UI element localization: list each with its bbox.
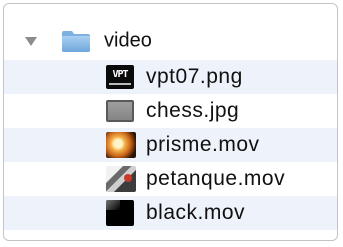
- file-name: petanque.mov: [146, 167, 286, 190]
- tree-row-file[interactable]: VPT vpt07.png: [4, 60, 337, 94]
- petanque-thumbnail-icon: [106, 166, 136, 192]
- folder-name: video: [104, 29, 152, 52]
- file-name: black.mov: [146, 201, 246, 224]
- file-tree-panel: video VPT vpt07.png chess.jpg prisme.mov…: [3, 3, 338, 241]
- folder-icon: [62, 31, 90, 52]
- tree-row-file[interactable]: prisme.mov: [4, 128, 337, 162]
- tree-row-file[interactable]: petanque.mov: [4, 162, 337, 196]
- tree-row-folder-video[interactable]: video: [4, 22, 337, 60]
- vpt-thumbnail-icon: VPT: [106, 65, 134, 89]
- file-name: prisme.mov: [146, 133, 260, 156]
- vpt-thumbnail-text: VPT: [112, 69, 128, 80]
- prisme-thumbnail-icon: [106, 132, 136, 158]
- file-name: vpt07.png: [146, 65, 243, 88]
- disclosure-triangle-down-icon[interactable]: [25, 37, 37, 46]
- chess-thumbnail-icon: [106, 100, 134, 122]
- black-thumbnail-icon: [106, 200, 134, 226]
- tree-row-file[interactable]: chess.jpg: [4, 94, 337, 128]
- tree-row-file[interactable]: black.mov: [4, 196, 337, 230]
- file-name: chess.jpg: [146, 99, 240, 122]
